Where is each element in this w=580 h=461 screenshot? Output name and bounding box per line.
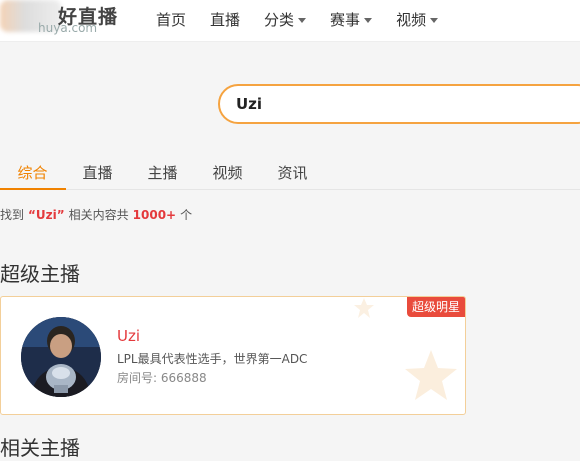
result-tabs: 综合 直播 主播 视频 资讯 xyxy=(0,160,580,190)
result-middle: 相关内容共 xyxy=(68,208,129,222)
nav-item-events[interactable]: 赛事 xyxy=(330,0,373,40)
result-summary: 找到 “Uzi” 相关内容共 1000+ 个 xyxy=(0,206,192,223)
nav-label: 分类 xyxy=(264,11,295,29)
anchor-card[interactable]: 超级明星 Uzi LPL最具代表性选手，世界第一ADC 房间号: 666888 xyxy=(0,296,466,415)
anchor-description: LPL最具代表性选手，世界第一ADC xyxy=(117,352,308,366)
result-keyword: “Uzi” xyxy=(28,208,65,222)
result-count: 1000+ xyxy=(132,208,177,222)
section-title-related-anchors: 相关主播 xyxy=(0,436,80,460)
nav-label: 赛事 xyxy=(330,11,361,29)
avatar[interactable] xyxy=(21,317,101,397)
super-star-badge: 超级明星 xyxy=(407,297,465,317)
result-suffix: 个 xyxy=(180,208,193,222)
chevron-down-icon xyxy=(298,17,307,23)
nav-item-home[interactable]: 首页 xyxy=(156,0,186,40)
tab-label: 综合 xyxy=(17,164,48,182)
search-query: Uzi xyxy=(236,95,263,113)
chevron-down-icon xyxy=(364,17,373,23)
site-logo[interactable]: 好直播 huya.com xyxy=(0,0,120,38)
tab-label: 视频 xyxy=(212,164,243,182)
tab-live[interactable]: 直播 xyxy=(65,160,130,189)
tab-videos[interactable]: 视频 xyxy=(195,160,260,189)
tab-anchors[interactable]: 主播 xyxy=(130,160,195,189)
nav-label: 视频 xyxy=(396,11,427,29)
chevron-down-icon xyxy=(430,17,439,23)
logo-domain: huya.com xyxy=(38,21,98,35)
nav-item-live[interactable]: 直播 xyxy=(210,0,240,40)
tab-label: 资讯 xyxy=(277,164,308,182)
top-navigation-bar: 好直播 huya.com 首页 直播 分类 赛事 视频 xyxy=(0,0,580,42)
nav-label: 直播 xyxy=(210,11,241,29)
section-title-super-anchor: 超级主播 xyxy=(0,262,80,286)
main-nav: 首页 直播 分类 赛事 视频 xyxy=(156,0,462,40)
tab-label: 主播 xyxy=(147,164,178,182)
search-input[interactable]: Uzi xyxy=(218,84,580,124)
star-decoration-icon xyxy=(405,350,457,400)
avatar-portrait-icon xyxy=(21,317,101,397)
tab-news[interactable]: 资讯 xyxy=(260,160,325,189)
result-prefix: 找到 xyxy=(0,208,25,222)
room-number: 房间号: 666888 xyxy=(117,371,207,385)
nav-label: 首页 xyxy=(156,11,187,29)
tab-overview[interactable]: 综合 xyxy=(0,160,66,190)
nav-item-video[interactable]: 视频 xyxy=(396,0,439,40)
anchor-name[interactable]: Uzi xyxy=(117,327,140,345)
nav-item-category[interactable]: 分类 xyxy=(264,0,307,40)
star-decoration-icon xyxy=(354,298,374,318)
tab-label: 直播 xyxy=(82,164,113,182)
